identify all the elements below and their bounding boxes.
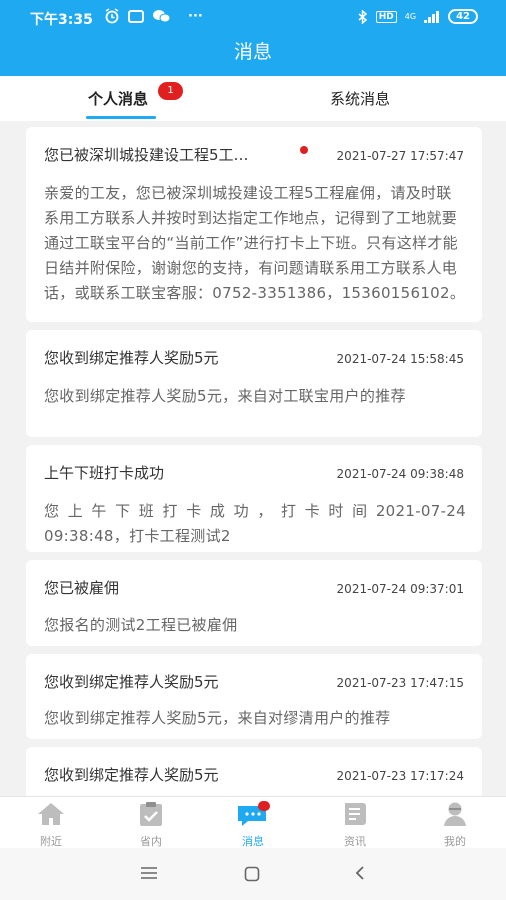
message-title: 您已被深圳城投建设工程5工… <box>44 146 249 164</box>
message-list[interactable]: 您已被深圳城投建设工程5工… 2021-07-27 17:57:47 亲爱的工友… <box>0 122 506 796</box>
message-time: 2021-07-27 17:57:47 <box>336 149 464 163</box>
signal-label: 4G <box>404 12 417 21</box>
message-card[interactable]: 您已被深圳城投建设工程5工… 2021-07-27 17:57:47 亲爱的工友… <box>26 127 482 322</box>
message-title: 上午下班打卡成功 <box>44 464 165 482</box>
message-title: 您收到绑定推荐人奖励5元 <box>44 349 219 367</box>
nav-label: 消息 <box>242 835 264 848</box>
bluetooth-icon <box>358 9 367 24</box>
status-bar: 下午3:35 ··· HD 4G 42 <box>0 0 506 34</box>
hd-icon: HD <box>375 10 397 23</box>
tab-personal-messages[interactable]: 个人消息 <box>88 88 148 109</box>
message-icon <box>128 9 144 23</box>
wechat-icon <box>153 10 171 23</box>
system-nav-bar <box>0 848 506 900</box>
status-time: 下午3:35 <box>30 12 93 28</box>
nav-unread-dot <box>258 801 270 811</box>
message-title: 您收到绑定推荐人奖励5元 <box>44 673 219 691</box>
title-bar: 消息 <box>0 34 506 76</box>
nav-item-mine[interactable]: 我的 <box>420 801 490 849</box>
message-time: 2021-07-24 15:58:45 <box>336 352 464 366</box>
message-card[interactable]: 您收到绑定推荐人奖励5元 2021-07-23 17:47:15 您收到绑定推荐… <box>26 654 482 739</box>
message-card[interactable]: 您收到绑定推荐人奖励5元 2021-07-23 17:17:24 <box>26 747 482 796</box>
message-body: 您报名的测试2工程已被雇佣 <box>44 616 238 634</box>
signal-icon <box>424 10 440 23</box>
message-time: 2021-07-23 17:47:15 <box>336 676 464 690</box>
nav-label: 我的 <box>444 835 466 848</box>
nav-item-messages[interactable]: 消息 <box>218 801 288 849</box>
message-card[interactable]: 上午下班打卡成功 2021-07-24 09:38:48 您上午下班打卡成功，打… <box>26 445 482 552</box>
message-body-line: 您上午下班打卡成功，打卡时间2021-07-24 <box>44 502 466 520</box>
message-time: 2021-07-23 17:17:24 <box>336 769 464 783</box>
message-body: 您收到绑定推荐人奖励5元，来自对工联宝用户的推荐 <box>44 387 406 405</box>
message-time: 2021-07-24 09:37:01 <box>336 582 464 596</box>
clipboard-check-icon <box>140 802 162 826</box>
message-body-line: 09:38:48，打卡工程测试2 <box>44 527 231 545</box>
back-icon[interactable] <box>354 865 366 881</box>
message-title: 您收到绑定推荐人奖励5元 <box>44 766 219 784</box>
unread-dot <box>300 146 308 154</box>
message-body: 您上午下班打卡成功，打卡时间2021-07-24 09:38:48，打卡工程测试… <box>44 499 466 549</box>
message-time: 2021-07-24 09:38:48 <box>336 467 464 481</box>
home-icon <box>38 803 64 825</box>
message-body: 您收到绑定推荐人奖励5元，来自对缪清用户的推荐 <box>44 709 391 727</box>
active-tab-indicator <box>86 116 156 119</box>
nav-item-news[interactable]: 资讯 <box>320 801 390 849</box>
nav-label: 附近 <box>40 835 62 848</box>
home-button-icon[interactable] <box>244 866 260 882</box>
alarm-icon <box>105 8 119 24</box>
battery-icon: 42 <box>448 9 478 24</box>
message-body: 亲爱的工友，您已被深圳城投建设工程5工程雇佣，请及时联系用工方联系人并按时到达指… <box>44 184 466 302</box>
tab-bar: 个人消息 1 系统消息 <box>0 76 506 121</box>
page-title: 消息 <box>233 41 272 63</box>
nav-item-nearby[interactable]: 附近 <box>16 801 86 849</box>
nav-item-province[interactable]: 省内 <box>116 801 186 849</box>
user-icon <box>444 802 466 826</box>
message-title: 您已被雇佣 <box>44 579 120 597</box>
more-icon: ··· <box>188 8 203 24</box>
nav-label: 资讯 <box>344 835 366 848</box>
system-icons: HD 4G 42 <box>358 9 478 24</box>
news-icon <box>345 803 366 825</box>
message-card[interactable]: 您已被雇佣 2021-07-24 09:37:01 您报名的测试2工程已被雇佣 <box>26 560 482 646</box>
unread-badge: 1 <box>158 82 183 100</box>
bottom-nav: 附近 省内 消息 资讯 我的 <box>0 796 506 848</box>
message-card[interactable]: 您收到绑定推荐人奖励5元 2021-07-24 15:58:45 您收到绑定推荐… <box>26 330 482 437</box>
notification-icons: ··· <box>104 8 203 24</box>
tab-system-messages[interactable]: 系统消息 <box>330 88 390 109</box>
menu-icon[interactable] <box>140 866 158 880</box>
nav-label: 省内 <box>140 835 162 848</box>
